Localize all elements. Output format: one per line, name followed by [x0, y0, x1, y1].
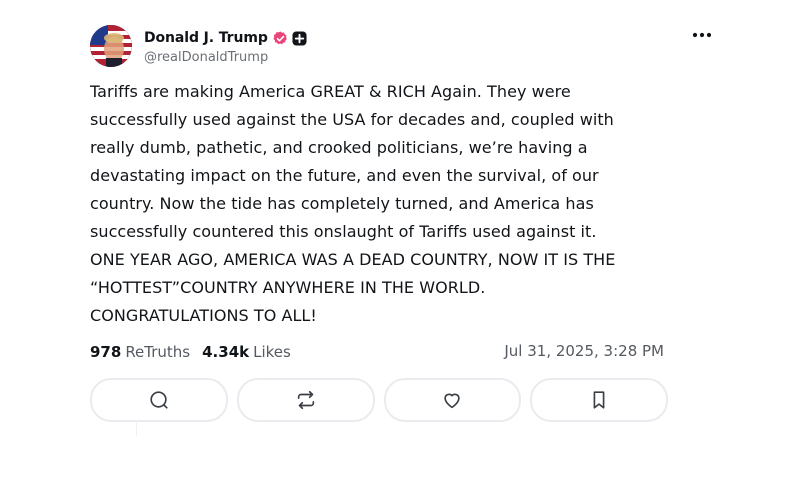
plus-badge-icon	[292, 30, 307, 46]
post-timestamp[interactable]: Jul 31, 2025, 3:28 PM	[504, 342, 664, 360]
more-dots-icon	[692, 32, 712, 38]
retruth-arrows-icon	[297, 390, 314, 410]
author-identity: Donald J. Trump @realDonaldTrump	[144, 27, 307, 65]
avatar-image	[90, 25, 132, 67]
author-name[interactable]: Donald J. Trump	[144, 30, 268, 46]
post-stats: 978 ReTruths 4.34k Likes Jul 31, 2025, 3…	[90, 340, 715, 364]
more-options-button[interactable]	[689, 24, 715, 46]
post-text: Tariffs are making America GREAT & RICH …	[90, 82, 616, 325]
likes-stat[interactable]: 4.34k Likes	[202, 343, 291, 361]
heart-icon	[444, 393, 461, 409]
likes-count: 4.34k	[202, 343, 250, 361]
likes-label: Likes	[253, 343, 291, 361]
action-bar	[90, 378, 668, 422]
reply-button[interactable]	[90, 378, 228, 422]
verified-badge-icon	[273, 30, 288, 46]
retruths-stat[interactable]: 978 ReTruths	[90, 343, 190, 361]
retruth-button[interactable]	[236, 378, 375, 422]
retruths-count: 978	[90, 343, 122, 361]
bookmark-icon	[593, 391, 605, 409]
author-handle[interactable]: @realDonaldTrump	[144, 50, 307, 65]
post-header: Donald J. Trump @realDonaldTrump	[90, 24, 715, 68]
reply-bubble-icon	[150, 391, 168, 409]
avatar[interactable]	[90, 25, 132, 67]
retruths-label: ReTruths	[125, 343, 191, 361]
bookmark-button[interactable]	[530, 378, 668, 422]
author-name-row: Donald J. Trump	[144, 27, 307, 49]
like-button[interactable]	[383, 378, 522, 422]
divider	[136, 420, 137, 436]
post-card: Donald J. Trump @realDonaldTrump Tariffs…	[90, 24, 715, 422]
